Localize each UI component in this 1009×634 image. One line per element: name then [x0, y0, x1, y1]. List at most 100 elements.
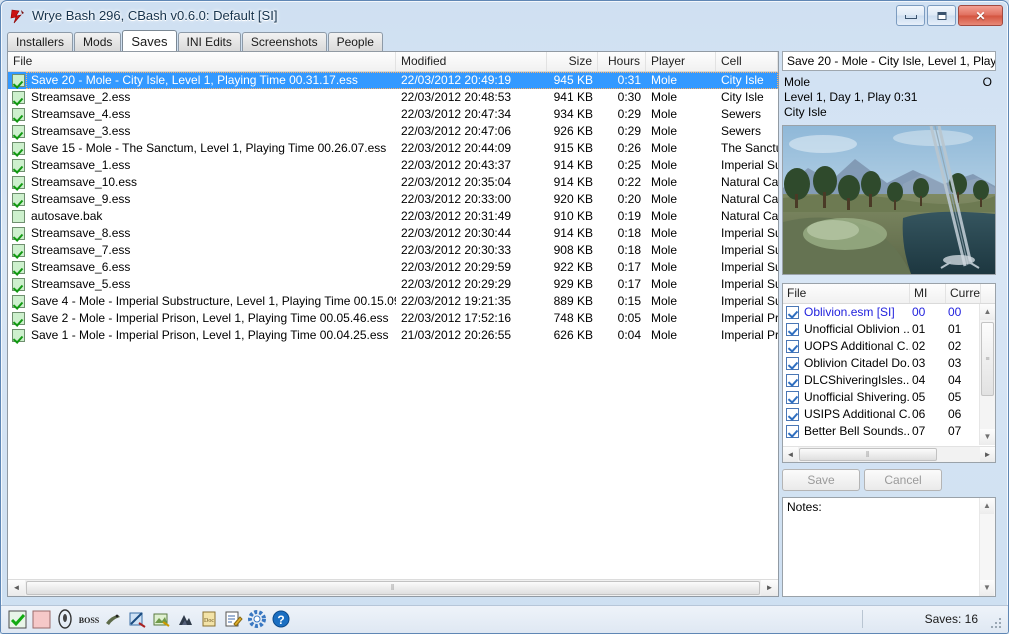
row-checkbox[interactable]: [12, 329, 25, 342]
table-row[interactable]: Streamsave_5.ess 22/03/2012 20:29:29 929 K…: [8, 276, 778, 293]
notes-scroll-up-icon[interactable]: ▲: [980, 498, 994, 514]
masters-horizontal-scrollbar[interactable]: ◄ ‖ ►: [783, 446, 995, 462]
settings-gear-icon[interactable]: [247, 609, 268, 630]
scroll-up-icon[interactable]: ▲: [980, 304, 995, 320]
master-row[interactable]: DLCShiveringIsles.... 04 04: [783, 372, 979, 389]
row-checkbox[interactable]: [12, 261, 25, 274]
notes-box[interactable]: Notes: ▲ ▼: [782, 497, 996, 597]
table-row[interactable]: Streamsave_2.ess 22/03/2012 20:48:53 941 K…: [8, 89, 778, 106]
pink-square-icon[interactable]: [31, 609, 52, 630]
row-checkbox[interactable]: [12, 278, 25, 291]
row-checkbox[interactable]: [12, 176, 25, 189]
tes-construction-set-icon[interactable]: [175, 609, 196, 630]
master-row[interactable]: Unofficial Oblivion ... 01 01: [783, 321, 979, 338]
table-row[interactable]: Streamsave_1.ess 22/03/2012 20:43:37 914 K…: [8, 157, 778, 174]
tab-saves[interactable]: Saves: [122, 30, 177, 51]
master-row[interactable]: USIPS Additional C... 06 06: [783, 406, 979, 423]
masters-column-header-mi[interactable]: MI: [910, 284, 946, 303]
tab-screenshots[interactable]: Screenshots: [241, 32, 327, 51]
tes4view-icon[interactable]: [127, 609, 148, 630]
table-row[interactable]: Streamsave_3.ess 22/03/2012 20:47:06 926 K…: [8, 123, 778, 140]
scroll-left-icon[interactable]: ◄: [8, 580, 25, 596]
cancel-button[interactable]: Cancel: [864, 469, 942, 491]
minimize-button[interactable]: [896, 5, 925, 26]
docbrowser-icon[interactable]: Doc: [199, 609, 220, 630]
row-checkbox[interactable]: [12, 125, 25, 138]
scroll-right-icon[interactable]: ►: [761, 580, 778, 596]
save-name-field[interactable]: Save 20 - Mole - City Isle, Level 1, Pla…: [782, 51, 996, 71]
row-checkbox[interactable]: [12, 108, 25, 121]
column-header-player[interactable]: Player: [646, 52, 716, 71]
tab-installers[interactable]: Installers: [7, 32, 74, 51]
masters-vertical-scrollbar[interactable]: ▲ ≡ ▼: [979, 304, 995, 445]
scroll-down-icon[interactable]: ▼: [980, 429, 995, 445]
close-button[interactable]: ✕: [958, 5, 1003, 26]
notes-vertical-scrollbar[interactable]: ▲ ▼: [979, 498, 995, 596]
scroll-thumb-vertical[interactable]: ≡: [981, 322, 994, 396]
scroll-thumb-masters[interactable]: ‖: [799, 448, 937, 461]
column-header-cell[interactable]: Cell: [716, 52, 778, 71]
master-row[interactable]: Unofficial Shivering... 05 05: [783, 389, 979, 406]
maximize-button[interactable]: [927, 5, 956, 26]
tes4edit-icon[interactable]: [103, 609, 124, 630]
notes-scroll-down-icon[interactable]: ▼: [980, 580, 994, 596]
column-header-hours[interactable]: Hours: [598, 52, 646, 71]
table-row[interactable]: Streamsave_9.ess 22/03/2012 20:33:00 920 K…: [8, 191, 778, 208]
row-checkbox[interactable]: [12, 295, 25, 308]
row-checkbox[interactable]: [12, 74, 25, 87]
table-row[interactable]: Streamsave_7.ess 22/03/2012 20:30:33 908 K…: [8, 242, 778, 259]
master-checkbox[interactable]: [786, 408, 799, 421]
master-checkbox[interactable]: [786, 374, 799, 387]
master-checkbox[interactable]: [786, 323, 799, 336]
row-checkbox[interactable]: [12, 159, 25, 172]
saves-horizontal-scrollbar[interactable]: ◄ ‖ ►: [8, 579, 778, 596]
master-checkbox[interactable]: [786, 340, 799, 353]
row-checkbox[interactable]: [12, 193, 25, 206]
column-header-file[interactable]: File: [8, 52, 396, 71]
checkbox-green-icon[interactable]: [7, 609, 28, 630]
tab-mods[interactable]: Mods: [74, 32, 122, 51]
modchecker-icon[interactable]: [223, 609, 244, 630]
table-row[interactable]: Save 20 - Mole - City Isle, Level 1, Pla…: [8, 72, 778, 89]
table-row[interactable]: Save 15 - Mole - The Sanctum, Level 1, P…: [8, 140, 778, 157]
master-row[interactable]: Better Bell Sounds.... 07 07: [783, 423, 979, 440]
table-row[interactable]: Streamsave_4.ess 22/03/2012 20:47:34 934 K…: [8, 106, 778, 123]
scroll-right-icon-masters[interactable]: ►: [980, 447, 995, 462]
master-file-name: USIPS Additional C...: [804, 407, 910, 421]
row-checkbox[interactable]: [12, 312, 25, 325]
table-row[interactable]: Streamsave_8.ess 22/03/2012 20:30:44 914 K…: [8, 225, 778, 242]
help-icon[interactable]: ?: [271, 609, 292, 630]
tab-people[interactable]: People: [327, 32, 383, 51]
table-row[interactable]: Streamsave_6.ess 22/03/2012 20:29:59 922 K…: [8, 259, 778, 276]
tab-ini-edits[interactable]: INI Edits: [177, 32, 241, 51]
boss-icon[interactable]: BOSS: [79, 609, 100, 630]
table-row[interactable]: Streamsave_10.ess 22/03/2012 20:35:04 914 …: [8, 174, 778, 191]
master-checkbox[interactable]: [786, 425, 799, 438]
row-checkbox[interactable]: [12, 91, 25, 104]
column-header-size[interactable]: Size: [547, 52, 598, 71]
master-row[interactable]: UOPS Additional C... 02 02: [783, 338, 979, 355]
column-header-modified[interactable]: Modified: [396, 52, 547, 71]
oblivion-launcher-icon[interactable]: [55, 608, 76, 630]
master-checkbox[interactable]: [786, 391, 799, 404]
masters-column-header-current[interactable]: Current: [946, 284, 981, 303]
scroll-left-icon-masters[interactable]: ◄: [783, 447, 798, 462]
table-row[interactable]: autosave.bak 22/03/2012 20:31:49 910 KB 0:1…: [8, 208, 778, 225]
row-checkbox[interactable]: [12, 142, 25, 155]
master-row[interactable]: Oblivion Citadel Do... 03 03: [783, 355, 979, 372]
masters-column-header-file[interactable]: File: [783, 284, 910, 303]
save-button[interactable]: Save: [782, 469, 860, 491]
master-checkbox[interactable]: [786, 306, 799, 319]
table-row[interactable]: Save 4 - Mole - Imperial Substructure, L…: [8, 293, 778, 310]
master-row[interactable]: Oblivion.esm [SI] 00 00: [783, 304, 979, 321]
table-row[interactable]: Save 2 - Mole - Imperial Prison, Level 1…: [8, 310, 778, 327]
table-row[interactable]: Save 1 - Mole - Imperial Prison, Level 1…: [8, 327, 778, 344]
tes4lodgen-icon[interactable]: [151, 609, 172, 630]
row-checkbox[interactable]: [12, 210, 25, 223]
resize-grip[interactable]: [991, 618, 1003, 630]
row-checkbox[interactable]: [12, 244, 25, 257]
row-checkbox[interactable]: [12, 227, 25, 240]
scroll-thumb[interactable]: ‖: [26, 581, 760, 595]
master-checkbox[interactable]: [786, 357, 799, 370]
title-bar[interactable]: Wrye Bash 296, CBash v0.6.0: Default [SI…: [1, 1, 1008, 31]
